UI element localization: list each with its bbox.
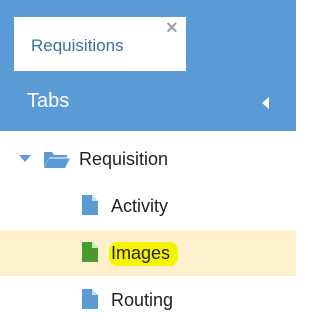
file-icon	[81, 241, 99, 268]
tree-item-images[interactable]: Images	[0, 230, 296, 276]
file-icon	[81, 194, 99, 221]
folder-open-icon	[43, 149, 71, 174]
close-icon[interactable]: ×	[166, 18, 178, 38]
tree-item-label: Images	[109, 242, 179, 266]
tree-item-activity[interactable]: Activity	[0, 183, 296, 229]
collapse-left-icon[interactable]	[262, 97, 269, 109]
tree-item-label: Routing	[111, 290, 174, 310]
tree-item-routing[interactable]: Routing	[0, 277, 296, 323]
highlight-marker: Images	[109, 242, 179, 266]
expand-caret-icon[interactable]	[19, 155, 31, 162]
tabs-header: Requisitions × Tabs	[0, 0, 296, 131]
file-icon	[81, 288, 99, 315]
tab-label: Requisitions	[31, 36, 124, 55]
tab-requisitions[interactable]: Requisitions ×	[14, 17, 186, 71]
panel-title: Tabs	[27, 90, 70, 112]
tree-item-requisition[interactable]: Requisition	[0, 136, 296, 182]
tree-item-label: Requisition	[79, 149, 169, 169]
tree-item-label: Activity	[111, 196, 169, 216]
